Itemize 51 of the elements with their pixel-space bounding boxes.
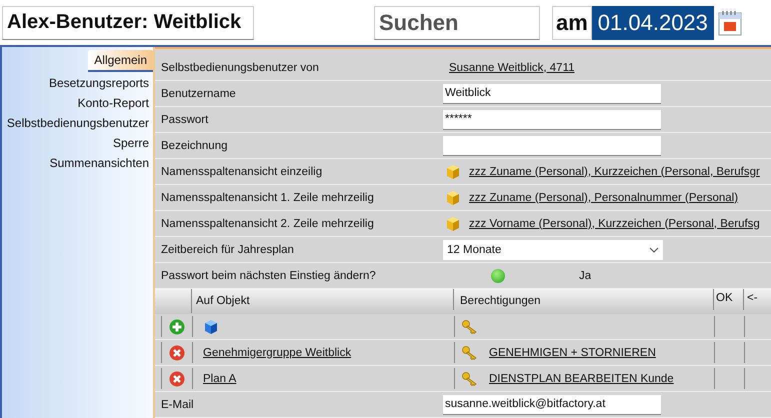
remove-icon[interactable] bbox=[169, 344, 185, 360]
column-header: <- bbox=[746, 291, 759, 306]
cube-icon bbox=[445, 190, 461, 206]
column-header: Auf Objekt bbox=[192, 289, 454, 310]
key-icon bbox=[461, 344, 479, 360]
key-icon bbox=[461, 318, 479, 334]
field-label: Selbstbedienungsbenutzer von bbox=[160, 62, 320, 74]
field-label: Bezeichnung bbox=[160, 140, 228, 152]
date-field[interactable]: 01.04.2023 bbox=[592, 6, 714, 40]
remove-icon[interactable] bbox=[169, 370, 185, 386]
sidebar-tab[interactable]: Sperre bbox=[108, 134, 153, 152]
sidebar-tab[interactable]: Besetzungsreports bbox=[44, 74, 153, 92]
field-label: Passwort beim nächsten Einstieg ändern? bbox=[160, 270, 377, 282]
text-field[interactable]: ****** bbox=[443, 110, 661, 130]
permission-link[interactable]: GENEHMIGEN + STORNIEREN bbox=[489, 346, 656, 358]
date-label: am bbox=[552, 6, 592, 40]
window-title: Alex-Benutzer: Weitblick bbox=[2, 6, 254, 40]
column-view-link[interactable]: zzz Vorname (Personal), Kurzzeichen (Personal, Berufsg bbox=[469, 218, 760, 230]
field-label: Benutzername bbox=[160, 88, 237, 100]
column-view-link[interactable]: zzz Zuname (Personal), Personalnummer (Personal) bbox=[469, 192, 738, 204]
status-dot[interactable] bbox=[491, 268, 505, 282]
sidebar-tab[interactable]: Selbstbedienungsbenutzer bbox=[2, 114, 153, 132]
field-label: E-Mail bbox=[160, 398, 195, 410]
calendar-icon[interactable] bbox=[718, 10, 742, 36]
add-icon[interactable] bbox=[169, 318, 185, 334]
column-header: Berechtigungen bbox=[454, 289, 714, 310]
user-link[interactable]: Susanne Weitblick, 4711 bbox=[449, 62, 575, 74]
column-header: OK bbox=[714, 289, 744, 310]
chevron-icon bbox=[649, 246, 659, 252]
status-text: Ja bbox=[579, 270, 592, 282]
text-field[interactable]: susanne.weitblick@bitfactory.at bbox=[443, 394, 661, 414]
field-label: Namensspaltenansicht 1. Zeile mehrzeilig bbox=[160, 192, 375, 204]
cube-icon bbox=[203, 318, 219, 334]
dropdown[interactable]: 12 Monate bbox=[443, 240, 663, 260]
object-link[interactable]: Plan A bbox=[203, 372, 236, 384]
cube-icon bbox=[445, 164, 461, 180]
sidebar-tab[interactable]: Allgemein bbox=[88, 50, 153, 72]
column-view-link[interactable]: zzz Zuname (Personal), Kurzzeichen (Personal, Berufsgr bbox=[469, 166, 760, 178]
sidebar-tab[interactable]: Konto-Report bbox=[74, 94, 153, 112]
object-link[interactable]: Genehmigergruppe Weitblick bbox=[203, 346, 352, 358]
field-label: Namensspaltenansicht 2. Zeile mehrzeilig bbox=[160, 218, 375, 230]
field-label: Passwort bbox=[160, 114, 210, 126]
cube-icon bbox=[445, 216, 461, 232]
field-label: Namensspaltenansicht einzeilig bbox=[160, 166, 324, 178]
permission-link[interactable]: DIENSTPLAN BEARBEITEN Kunde bbox=[489, 372, 674, 384]
text-field[interactable]: Weitblick bbox=[443, 84, 661, 104]
key-icon bbox=[461, 370, 479, 386]
sidebar-tab[interactable]: Summenansichten bbox=[46, 154, 153, 172]
field-label: Zeitbereich für Jahresplan bbox=[160, 244, 295, 256]
search-field[interactable]: Suchen bbox=[374, 6, 540, 40]
text-field[interactable] bbox=[443, 136, 661, 156]
